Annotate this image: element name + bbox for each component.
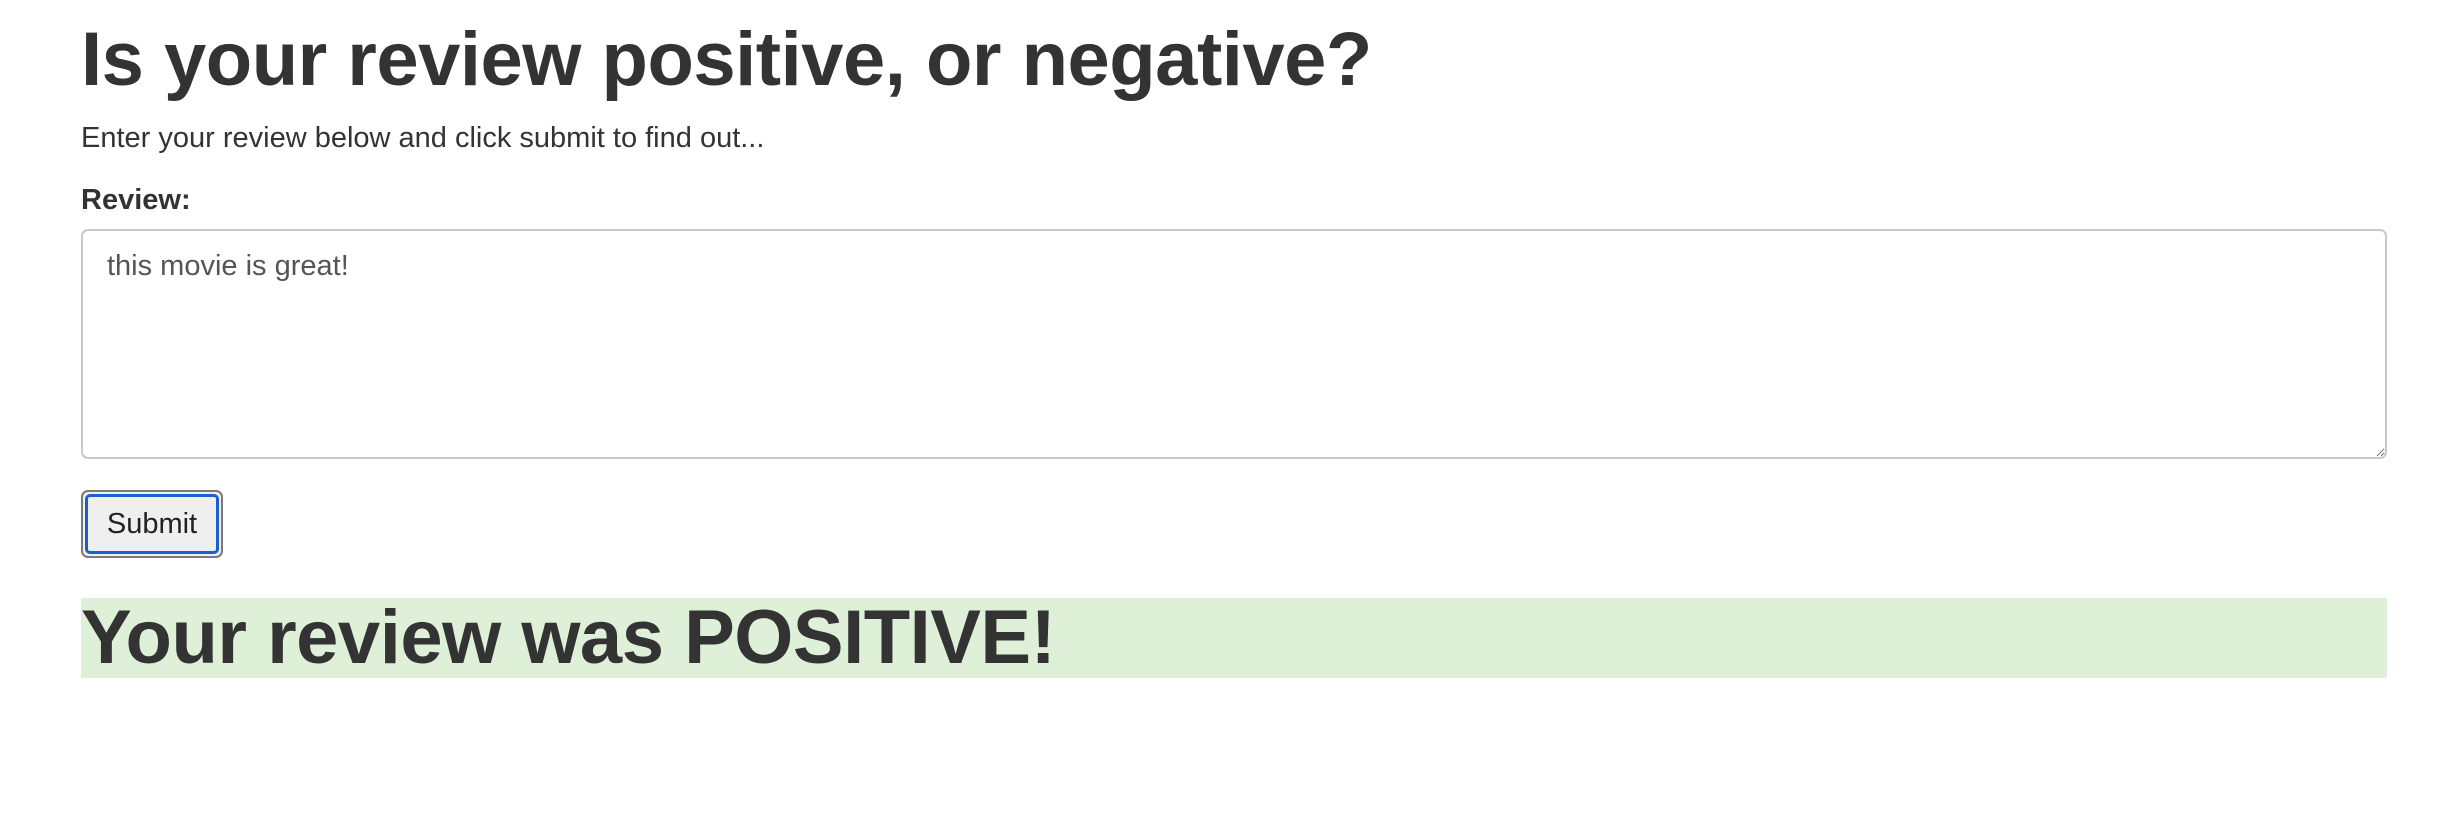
intro-text: Enter your review below and click submit…: [81, 122, 765, 154]
page-title: Is your review positive, or negative?: [81, 17, 1372, 102]
review-label: Review:: [81, 184, 191, 216]
submit-button[interactable]: Submit: [81, 490, 223, 558]
review-textarea[interactable]: this movie is great!: [81, 229, 2387, 459]
result-banner: Your review was POSITIVE!: [81, 595, 2387, 680]
result-message: Your review was POSITIVE!: [81, 595, 1056, 680]
submit-button-label: Submit: [85, 494, 219, 554]
